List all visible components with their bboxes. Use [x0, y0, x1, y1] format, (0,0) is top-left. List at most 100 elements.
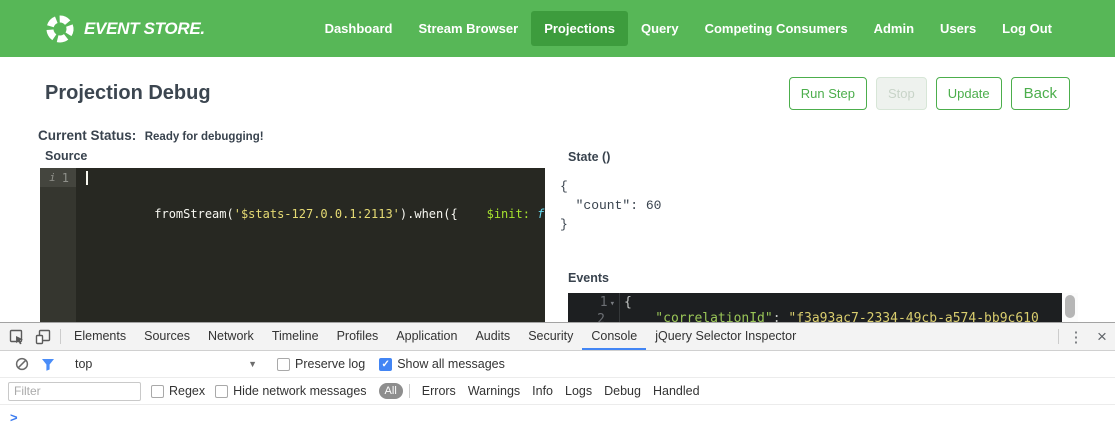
brand[interactable]: EVENT STORE.	[45, 14, 205, 44]
filter-level-errors[interactable]: Errors	[416, 384, 462, 398]
events-editor-wrap: 1▾ 2 { "correlationId": "f3a93ac7-2334-4…	[568, 293, 1078, 322]
filter-input[interactable]	[8, 382, 141, 401]
nav-item-stream-browser[interactable]: Stream Browser	[405, 11, 531, 46]
events-line1-number: 1	[600, 295, 608, 310]
inspect-element-icon[interactable]	[4, 323, 30, 350]
source-heading: Source	[45, 149, 87, 163]
json-key: "correlationId"	[624, 311, 773, 322]
tab-elements[interactable]: Elements	[65, 323, 135, 350]
events-line2-number: 2	[597, 312, 605, 322]
state-json: { "count": 60 }	[560, 177, 661, 234]
tab-profiles[interactable]: Profiles	[328, 323, 388, 350]
code-token-variable: $init:	[458, 207, 530, 221]
text-caret	[86, 171, 88, 185]
events-code-line: "correlationId": "f3a93ac7-2334-49cb-a57…	[624, 311, 1062, 322]
event-store-logo-icon	[45, 14, 75, 44]
console-prompt-icon: >	[10, 410, 18, 425]
state-heading: State ()	[568, 150, 610, 164]
regex-label: Regex	[169, 384, 205, 398]
top-nav: EVENT STORE. Dashboard Stream Browser Pr…	[0, 0, 1115, 57]
devtools-panel: Elements Sources Network Timeline Profil…	[0, 322, 1115, 436]
source-line-number: 1	[62, 171, 69, 185]
code-token-keyword: fu	[530, 207, 545, 221]
devtools-tabbar: Elements Sources Network Timeline Profil…	[0, 323, 1115, 351]
status-value: Ready for debugging!	[145, 131, 264, 143]
events-editor-code: { "correlationId": "f3a93ac7-2334-49cb-a…	[620, 293, 1062, 322]
filter-all-badge[interactable]: All	[379, 383, 403, 399]
nav-item-log-out[interactable]: Log Out	[989, 11, 1065, 46]
device-toolbar-icon[interactable]	[30, 323, 56, 350]
tab-jquery-selector-inspector[interactable]: jQuery Selector Inspector	[646, 323, 805, 350]
nav-item-projections[interactable]: Projections	[531, 11, 628, 46]
preserve-log-checkbox[interactable]: Preserve log	[277, 357, 365, 371]
checkbox-unchecked	[277, 358, 290, 371]
devtools-close-icon[interactable]: ×	[1089, 323, 1115, 350]
execution-context-select[interactable]: top ▼	[75, 357, 263, 371]
run-step-button[interactable]: Run Step	[789, 77, 867, 110]
filter-level-warnings[interactable]: Warnings	[462, 384, 526, 398]
code-token: fromStream(	[154, 207, 233, 221]
back-button[interactable]: Back	[1011, 77, 1070, 110]
tab-network[interactable]: Network	[199, 323, 263, 350]
page: EVENT STORE. Dashboard Stream Browser Pr…	[0, 0, 1115, 436]
update-button[interactable]: Update	[936, 77, 1002, 110]
filter-level-handled[interactable]: Handled	[647, 384, 706, 398]
nav-items: Dashboard Stream Browser Projections Que…	[312, 11, 1065, 46]
hide-network-messages-checkbox[interactable]: Hide network messages	[215, 384, 366, 398]
devtools-menu-icon[interactable]: ⋮	[1063, 323, 1089, 350]
filter-funnel-icon[interactable]	[35, 358, 61, 371]
code-token-string: '$stats-127.0.0.1:2113'	[234, 207, 400, 221]
events-editor[interactable]: 1▾ 2 { "correlationId": "f3a93ac7-2334-4…	[568, 293, 1062, 322]
hide-network-messages-label: Hide network messages	[233, 384, 366, 398]
nav-item-users[interactable]: Users	[927, 11, 989, 46]
tab-sources[interactable]: Sources	[135, 323, 199, 350]
chevron-down-icon: ▼	[248, 359, 257, 369]
filter-level-logs[interactable]: Logs	[559, 384, 598, 398]
nav-item-query[interactable]: Query	[628, 11, 692, 46]
kebab-glyph: ⋮	[1069, 328, 1084, 346]
header-buttons: Run Step Stop Update Back	[789, 77, 1070, 110]
tab-application[interactable]: Application	[387, 323, 466, 350]
console-filter-row: Regex Hide network messages All Errors W…	[0, 378, 1115, 405]
nav-item-competing-consumers[interactable]: Competing Consumers	[692, 11, 861, 46]
filter-level-info[interactable]: Info	[526, 384, 559, 398]
nav-item-dashboard[interactable]: Dashboard	[312, 11, 406, 46]
source-code-editor[interactable]: i 1 fromStream('$stats-127.0.0.1:2113').…	[40, 168, 545, 322]
clear-console-icon[interactable]	[9, 357, 35, 371]
json-separator: :	[773, 311, 789, 322]
page-title: Projection Debug	[45, 82, 211, 105]
devtools-tabbar-right: ⋮ ×	[1054, 323, 1115, 350]
source-editor-code: fromStream('$stats-127.0.0.1:2113').when…	[76, 168, 545, 322]
filter-level-debug[interactable]: Debug	[598, 384, 647, 398]
info-annotation-icon: i	[49, 171, 56, 184]
code-token: ).when({	[400, 207, 458, 221]
console-output[interactable]: >	[0, 405, 1115, 436]
source-editor-gutter: i 1	[40, 168, 76, 322]
level-separator	[409, 384, 410, 398]
checkbox-unchecked	[215, 385, 228, 398]
events-code-line: {	[624, 295, 1062, 311]
fold-arrow-icon[interactable]: ▾	[610, 299, 615, 309]
events-scrollbar-thumb[interactable]	[1065, 295, 1075, 318]
toolbar-separator	[60, 329, 61, 344]
toolbar-separator	[1058, 329, 1059, 344]
status-label: Current Status:	[38, 128, 136, 143]
execution-context-value: top	[75, 357, 92, 371]
stop-button[interactable]: Stop	[876, 77, 927, 110]
console-toolbar: top ▼ Preserve log ✓ Show all messages	[0, 351, 1115, 378]
main-content: Projection Debug Run Step Stop Update Ba…	[0, 57, 1115, 322]
tab-security[interactable]: Security	[519, 323, 582, 350]
nav-item-admin[interactable]: Admin	[861, 11, 927, 46]
tab-timeline[interactable]: Timeline	[263, 323, 328, 350]
tab-audits[interactable]: Audits	[466, 323, 519, 350]
show-all-messages-label: Show all messages	[397, 357, 505, 371]
regex-checkbox[interactable]: Regex	[151, 384, 205, 398]
tab-console[interactable]: Console	[582, 323, 646, 350]
events-scrollbar-track[interactable]	[1062, 293, 1078, 322]
brand-text: EVENT STORE.	[84, 19, 205, 39]
status-row: Current Status: Ready for debugging!	[38, 127, 264, 145]
events-heading: Events	[568, 271, 609, 285]
show-all-messages-checkbox[interactable]: ✓ Show all messages	[379, 357, 505, 371]
checkbox-checked: ✓	[379, 358, 392, 371]
preserve-log-label: Preserve log	[295, 357, 365, 371]
